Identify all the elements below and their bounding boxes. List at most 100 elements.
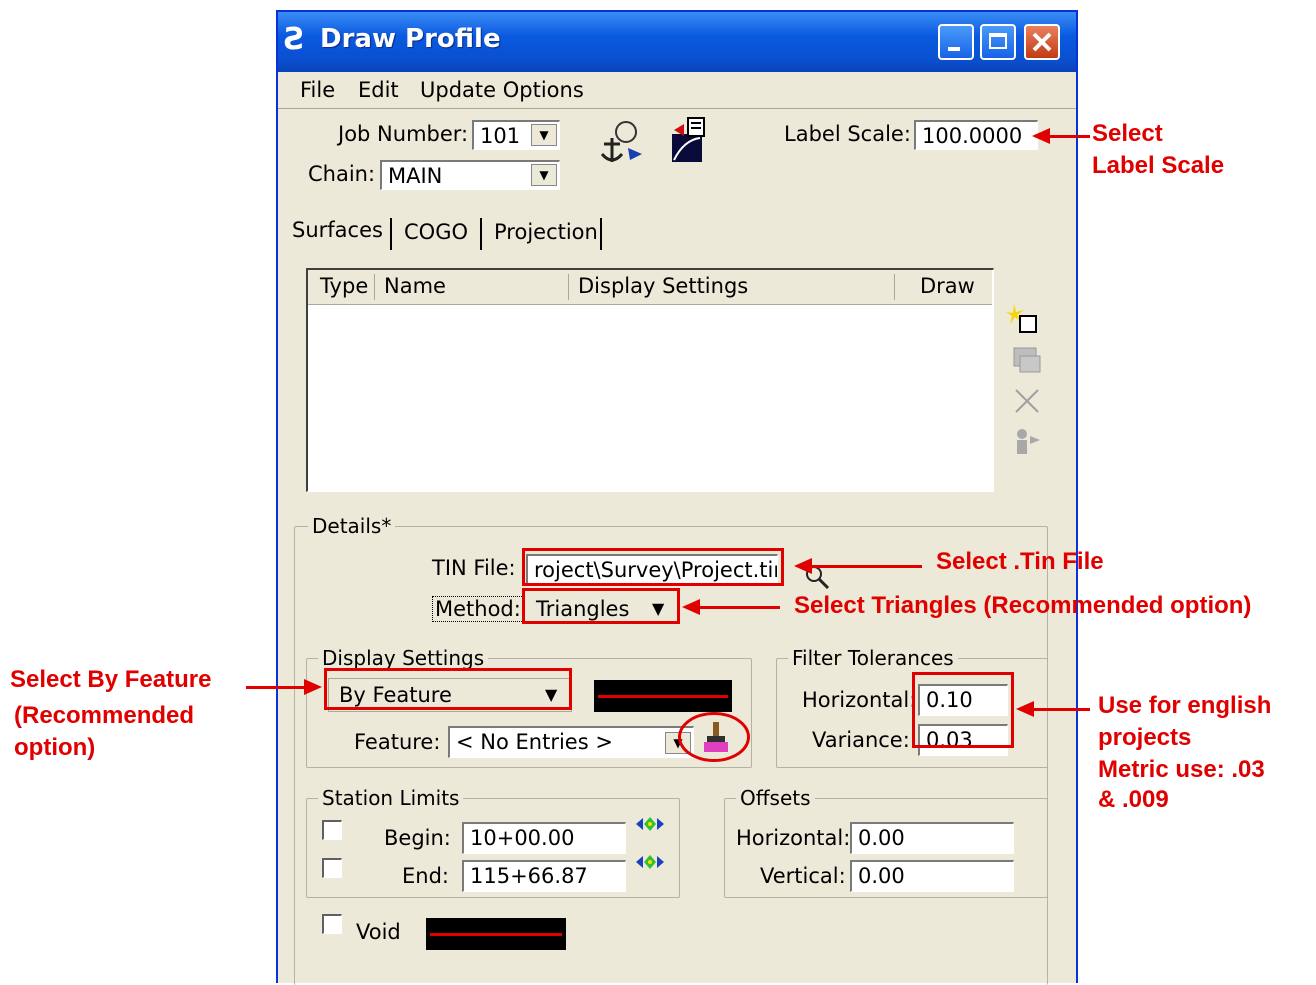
tolerance-horizontal-label: Horizontal: [802, 688, 917, 712]
menu-edit[interactable]: Edit [358, 78, 399, 102]
column-header-type[interactable]: Type [320, 274, 368, 298]
offsets-group-title: Offsets [736, 786, 815, 810]
menu-divider [278, 108, 1076, 109]
annotation-label-scale-1: Select [1092, 120, 1163, 147]
maximize-button[interactable] [980, 24, 1016, 60]
end-label: End: [402, 864, 449, 888]
tab-divider [480, 218, 482, 250]
title-bar[interactable]: Ƨ Draw Profile [278, 12, 1076, 72]
by-feature-highlight [324, 668, 572, 710]
arrow-line [1050, 135, 1090, 138]
job-number-label: Job Number: [338, 122, 469, 146]
annotation-label-scale-2: Label Scale [1092, 152, 1225, 179]
method-highlight [522, 588, 680, 624]
chain-dropdown[interactable]: MAIN ▼ [380, 160, 560, 190]
label-scale-input[interactable]: 100.0000 [914, 120, 1038, 150]
arrow-left-icon [682, 599, 700, 615]
offset-vertical-label: Vertical: [760, 864, 846, 888]
display-color-swatch[interactable] [594, 680, 732, 712]
edit-surface-icon[interactable] [1012, 346, 1044, 378]
new-surface-icon[interactable] [1006, 302, 1042, 338]
end-checkbox[interactable] [322, 858, 342, 878]
column-header-display-settings[interactable]: Display Settings [578, 274, 748, 298]
delete-surface-icon[interactable] [1012, 386, 1044, 418]
offset-horizontal-input[interactable]: 0.00 [850, 822, 1014, 854]
menu-update-options[interactable]: Update Options [420, 78, 584, 102]
draw-profile-icon[interactable] [668, 116, 708, 164]
locate-station-icon[interactable] [634, 814, 666, 834]
annotation-tolerances-2: projects [1098, 724, 1192, 751]
locate-station-icon[interactable] [634, 852, 666, 872]
begin-station-input[interactable]: 10+00.00 [462, 822, 626, 854]
arrow-left-icon [794, 558, 812, 574]
station-limits-group-title: Station Limits [318, 786, 464, 810]
begin-station-value: 10+00.00 [470, 826, 575, 850]
annotation-tin-file: Select .Tin File [936, 548, 1104, 575]
display-settings-group-title: Display Settings [318, 646, 489, 670]
filter-tolerances-group-title: Filter Tolerances [788, 646, 958, 670]
arrow-left-icon [1032, 128, 1050, 144]
details-group-title: Details* [308, 514, 396, 538]
begin-label: Begin: [384, 826, 451, 850]
method-label: Method: [432, 596, 524, 622]
arrow-line [812, 565, 922, 568]
anchor-locate-icon[interactable] [598, 118, 646, 166]
tolerance-variance-label: Variance: [812, 728, 910, 752]
offset-horizontal-label: Horizontal: [736, 826, 851, 850]
minimize-button[interactable] [938, 24, 974, 60]
void-label: Void [356, 920, 401, 944]
begin-checkbox[interactable] [322, 820, 342, 840]
column-divider [568, 274, 569, 300]
tab-projection[interactable]: Projection [494, 220, 598, 244]
close-button[interactable] [1024, 24, 1060, 60]
offset-vertical-value: 0.00 [858, 864, 905, 888]
void-checkbox[interactable] [322, 914, 342, 934]
column-header-draw[interactable]: Draw [920, 274, 975, 298]
window-title: Draw Profile [320, 24, 501, 54]
label-scale-label: Label Scale: [784, 122, 911, 146]
arrow-line [1034, 708, 1090, 711]
feature-brush-highlight [678, 712, 750, 762]
annotation-tolerances-1: Use for english [1098, 692, 1272, 719]
menu-bar: File Edit Update Options [278, 72, 1076, 108]
tin-file-label: TIN File: [432, 556, 516, 580]
arrow-left-icon [1016, 701, 1034, 717]
offset-vertical-input[interactable]: 0.00 [850, 860, 1014, 892]
tab-surfaces[interactable]: Surfaces [292, 218, 383, 242]
annotation-tolerances-4: & .009 [1098, 786, 1169, 813]
column-divider [894, 274, 895, 300]
job-number-dropdown[interactable]: 101 ▼ [472, 120, 560, 150]
label-scale-value: 100.0000 [922, 124, 1023, 148]
end-station-input[interactable]: 115+66.87 [462, 860, 626, 892]
move-surface-icon[interactable] [1012, 426, 1044, 458]
tolerances-highlight [912, 672, 1014, 748]
surface-list-header: Type Name Display Settings Draw [308, 270, 992, 305]
feature-label: Feature: [354, 730, 441, 754]
tab-divider [390, 218, 392, 250]
minimize-icon [948, 47, 960, 51]
close-icon [1032, 32, 1052, 52]
menu-file[interactable]: File [300, 78, 335, 102]
annotation-by-feature-3: option) [14, 734, 96, 761]
chevron-down-icon: ▼ [531, 124, 557, 146]
void-color-swatch[interactable] [426, 918, 566, 950]
annotation-by-feature-1: Select By Feature [10, 666, 212, 693]
offset-horizontal-value: 0.00 [858, 826, 905, 850]
maximize-icon [989, 33, 1007, 49]
annotation-triangles: Select Triangles (Recommended option) [794, 592, 1252, 619]
arrow-right-icon [304, 679, 322, 695]
feature-dropdown[interactable]: < No Entries > ▼ [448, 726, 694, 758]
annotation-by-feature-2: (Recommended [14, 702, 195, 729]
end-station-value: 115+66.87 [470, 864, 588, 888]
job-number-value: 101 [480, 124, 521, 148]
tab-divider [600, 218, 602, 250]
surface-list[interactable]: Type Name Display Settings Draw [306, 268, 994, 492]
column-header-name[interactable]: Name [384, 274, 446, 298]
chain-label: Chain: [308, 162, 376, 186]
column-divider [374, 274, 375, 300]
chain-value: MAIN [388, 164, 443, 188]
chevron-down-icon: ▼ [531, 164, 557, 186]
tin-file-highlight [522, 548, 784, 586]
annotation-tolerances-3: Metric use: .03 [1098, 756, 1265, 783]
tab-cogo[interactable]: COGO [404, 220, 468, 244]
